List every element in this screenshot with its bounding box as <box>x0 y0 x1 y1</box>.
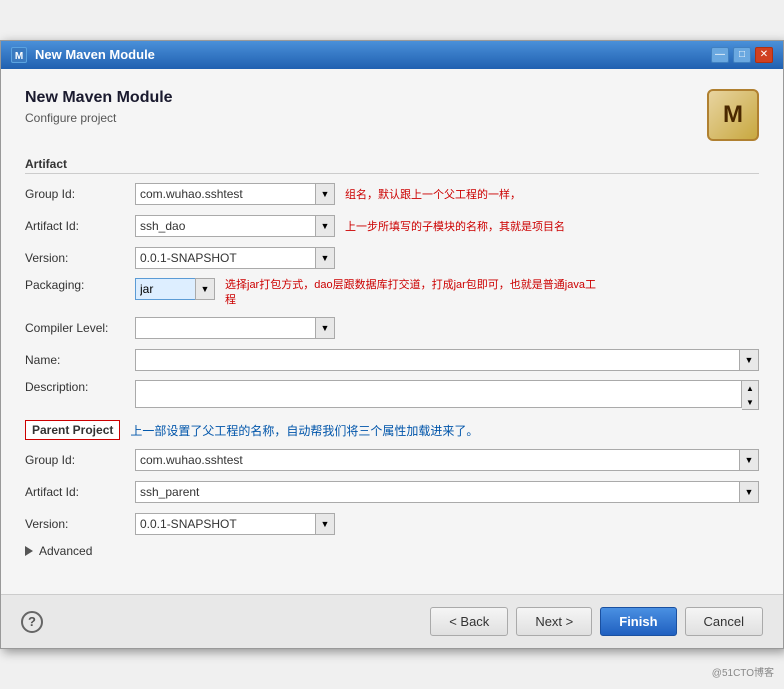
close-button[interactable]: ✕ <box>755 47 773 63</box>
parent-version-dropdown[interactable]: ▼ <box>315 513 335 535</box>
packaging-annotation: 选择jar打包方式，dao层跟数据库打交道，打成jar包即可，也就是普通java… <box>225 278 605 309</box>
dialog-icon: M <box>11 47 27 63</box>
maven-icon: M <box>707 89 759 141</box>
compiler-level-control: ▼ <box>135 317 759 339</box>
parent-group-id-input[interactable] <box>135 449 739 471</box>
version-row: Version: ▼ <box>25 246 759 270</box>
group-id-row: Group Id: ▼ 组名，默认跟上一个父工程的一样， <box>25 182 759 206</box>
parent-artifact-id-dropdown[interactable]: ▼ <box>739 481 759 503</box>
parent-artifact-id-combo: ▼ <box>135 481 759 503</box>
finish-button[interactable]: Finish <box>600 607 676 636</box>
parent-annotation: 上一部设置了父工程的名称，自动帮我们将三个属性加载进来了。 <box>130 422 478 439</box>
artifact-id-control: ▼ 上一步所填写的子模块的名称，其就是项目名 <box>135 215 759 237</box>
description-control: ▲ ▼ <box>135 380 759 410</box>
parent-version-combo: ▼ <box>135 513 335 535</box>
group-id-annotation: 组名，默认跟上一个父工程的一样， <box>345 186 521 202</box>
advanced-section: Advanced <box>25 544 759 558</box>
compiler-level-row: Compiler Level: ▼ <box>25 316 759 340</box>
watermark: @51CTO博客 <box>712 664 774 679</box>
parent-group-id-label: Group Id: <box>25 453 135 467</box>
parent-group-id-row: Group Id: ▼ <box>25 448 759 472</box>
group-id-combo: ▼ <box>135 183 335 205</box>
next-button[interactable]: Next > <box>516 607 592 636</box>
parent-project-label: Parent Project <box>25 420 120 440</box>
dialog-subtitle: Configure project <box>25 111 173 125</box>
back-button[interactable]: < Back <box>430 607 508 636</box>
version-input[interactable] <box>135 247 315 269</box>
help-button[interactable]: ? <box>21 611 43 633</box>
parent-version-label: Version: <box>25 517 135 531</box>
advanced-triangle-icon <box>25 546 33 556</box>
name-dropdown[interactable]: ▼ <box>739 349 759 371</box>
artifact-id-annotation: 上一步所填写的子模块的名称，其就是项目名 <box>345 218 565 234</box>
advanced-label: Advanced <box>39 544 92 558</box>
parent-artifact-id-label: Artifact Id: <box>25 485 135 499</box>
packaging-input[interactable] <box>135 278 195 300</box>
version-control: ▼ <box>135 247 759 269</box>
compiler-level-input[interactable] <box>135 317 315 339</box>
compiler-level-label: Compiler Level: <box>25 321 135 335</box>
footer-buttons: < Back Next > Finish Cancel <box>430 607 763 636</box>
minimize-button[interactable]: — <box>711 47 729 63</box>
parent-artifact-id-control: ▼ <box>135 481 759 503</box>
dialog-title: New Maven Module <box>25 89 173 107</box>
version-dropdown[interactable]: ▼ <box>315 247 335 269</box>
name-input[interactable] <box>135 349 739 371</box>
dialog-header-left: New Maven Module Configure project <box>25 89 173 125</box>
group-id-dropdown[interactable]: ▼ <box>315 183 335 205</box>
parent-project-section: Parent Project 上一部设置了父工程的名称，自动帮我们将三个属性加载… <box>25 420 759 536</box>
parent-version-row: Version: ▼ <box>25 512 759 536</box>
packaging-label: Packaging: <box>25 278 135 292</box>
name-label: Name: <box>25 353 135 367</box>
compiler-level-dropdown[interactable]: ▼ <box>315 317 335 339</box>
version-label: Version: <box>25 251 135 265</box>
advanced-toggle[interactable]: Advanced <box>25 544 759 558</box>
maximize-button[interactable]: □ <box>733 47 751 63</box>
group-id-control: ▼ 组名，默认跟上一个父工程的一样， <box>135 183 759 205</box>
artifact-id-combo: ▼ <box>135 215 335 237</box>
packaging-control: ▼ <box>135 278 215 300</box>
group-id-input[interactable] <box>135 183 315 205</box>
title-bar-left: M New Maven Module <box>11 47 155 63</box>
spin-up-button[interactable]: ▲ <box>742 381 758 395</box>
artifact-id-input[interactable] <box>135 215 315 237</box>
parent-artifact-id-input[interactable] <box>135 481 739 503</box>
name-combo: ▼ <box>135 349 759 371</box>
footer-left: ? <box>21 611 43 633</box>
compiler-level-combo: ▼ <box>135 317 335 339</box>
version-combo: ▼ <box>135 247 335 269</box>
description-spinner: ▲ ▼ <box>742 380 759 410</box>
dialog-body: New Maven Module Configure project M Art… <box>1 69 783 595</box>
dialog-header: New Maven Module Configure project M <box>25 89 759 141</box>
artifact-id-dropdown[interactable]: ▼ <box>315 215 335 237</box>
artifact-id-row: Artifact Id: ▼ 上一步所填写的子模块的名称，其就是项目名 <box>25 214 759 238</box>
description-row: Description: ▲ ▼ <box>25 380 759 410</box>
name-control: ▼ <box>135 349 759 371</box>
title-controls: — □ ✕ <box>711 47 773 63</box>
dialog-window: M New Maven Module — □ ✕ New Maven Modul… <box>0 40 784 650</box>
dialog-footer: ? < Back Next > Finish Cancel <box>1 594 783 648</box>
description-label: Description: <box>25 380 135 394</box>
description-textarea[interactable] <box>135 380 742 408</box>
parent-version-control: ▼ <box>135 513 759 535</box>
spin-down-button[interactable]: ▼ <box>742 395 758 409</box>
name-row: Name: ▼ <box>25 348 759 372</box>
packaging-dropdown[interactable]: ▼ <box>195 278 215 300</box>
parent-version-input[interactable] <box>135 513 315 535</box>
artifact-section-label: Artifact <box>25 157 759 174</box>
cancel-button[interactable]: Cancel <box>685 607 763 636</box>
artifact-id-label: Artifact Id: <box>25 219 135 233</box>
svg-text:M: M <box>15 51 23 62</box>
parent-group-id-control: ▼ <box>135 449 759 471</box>
packaging-row: Packaging: ▼ 选择jar打包方式，dao层跟数据库打交道，打成jar… <box>25 278 759 309</box>
title-bar: M New Maven Module — □ ✕ <box>1 41 783 69</box>
title-text: New Maven Module <box>35 47 155 62</box>
parent-artifact-id-row: Artifact Id: ▼ <box>25 480 759 504</box>
parent-group-id-combo: ▼ <box>135 449 759 471</box>
parent-group-id-dropdown[interactable]: ▼ <box>739 449 759 471</box>
parent-project-header: Parent Project 上一部设置了父工程的名称，自动帮我们将三个属性加载… <box>25 420 759 440</box>
group-id-label: Group Id: <box>25 187 135 201</box>
